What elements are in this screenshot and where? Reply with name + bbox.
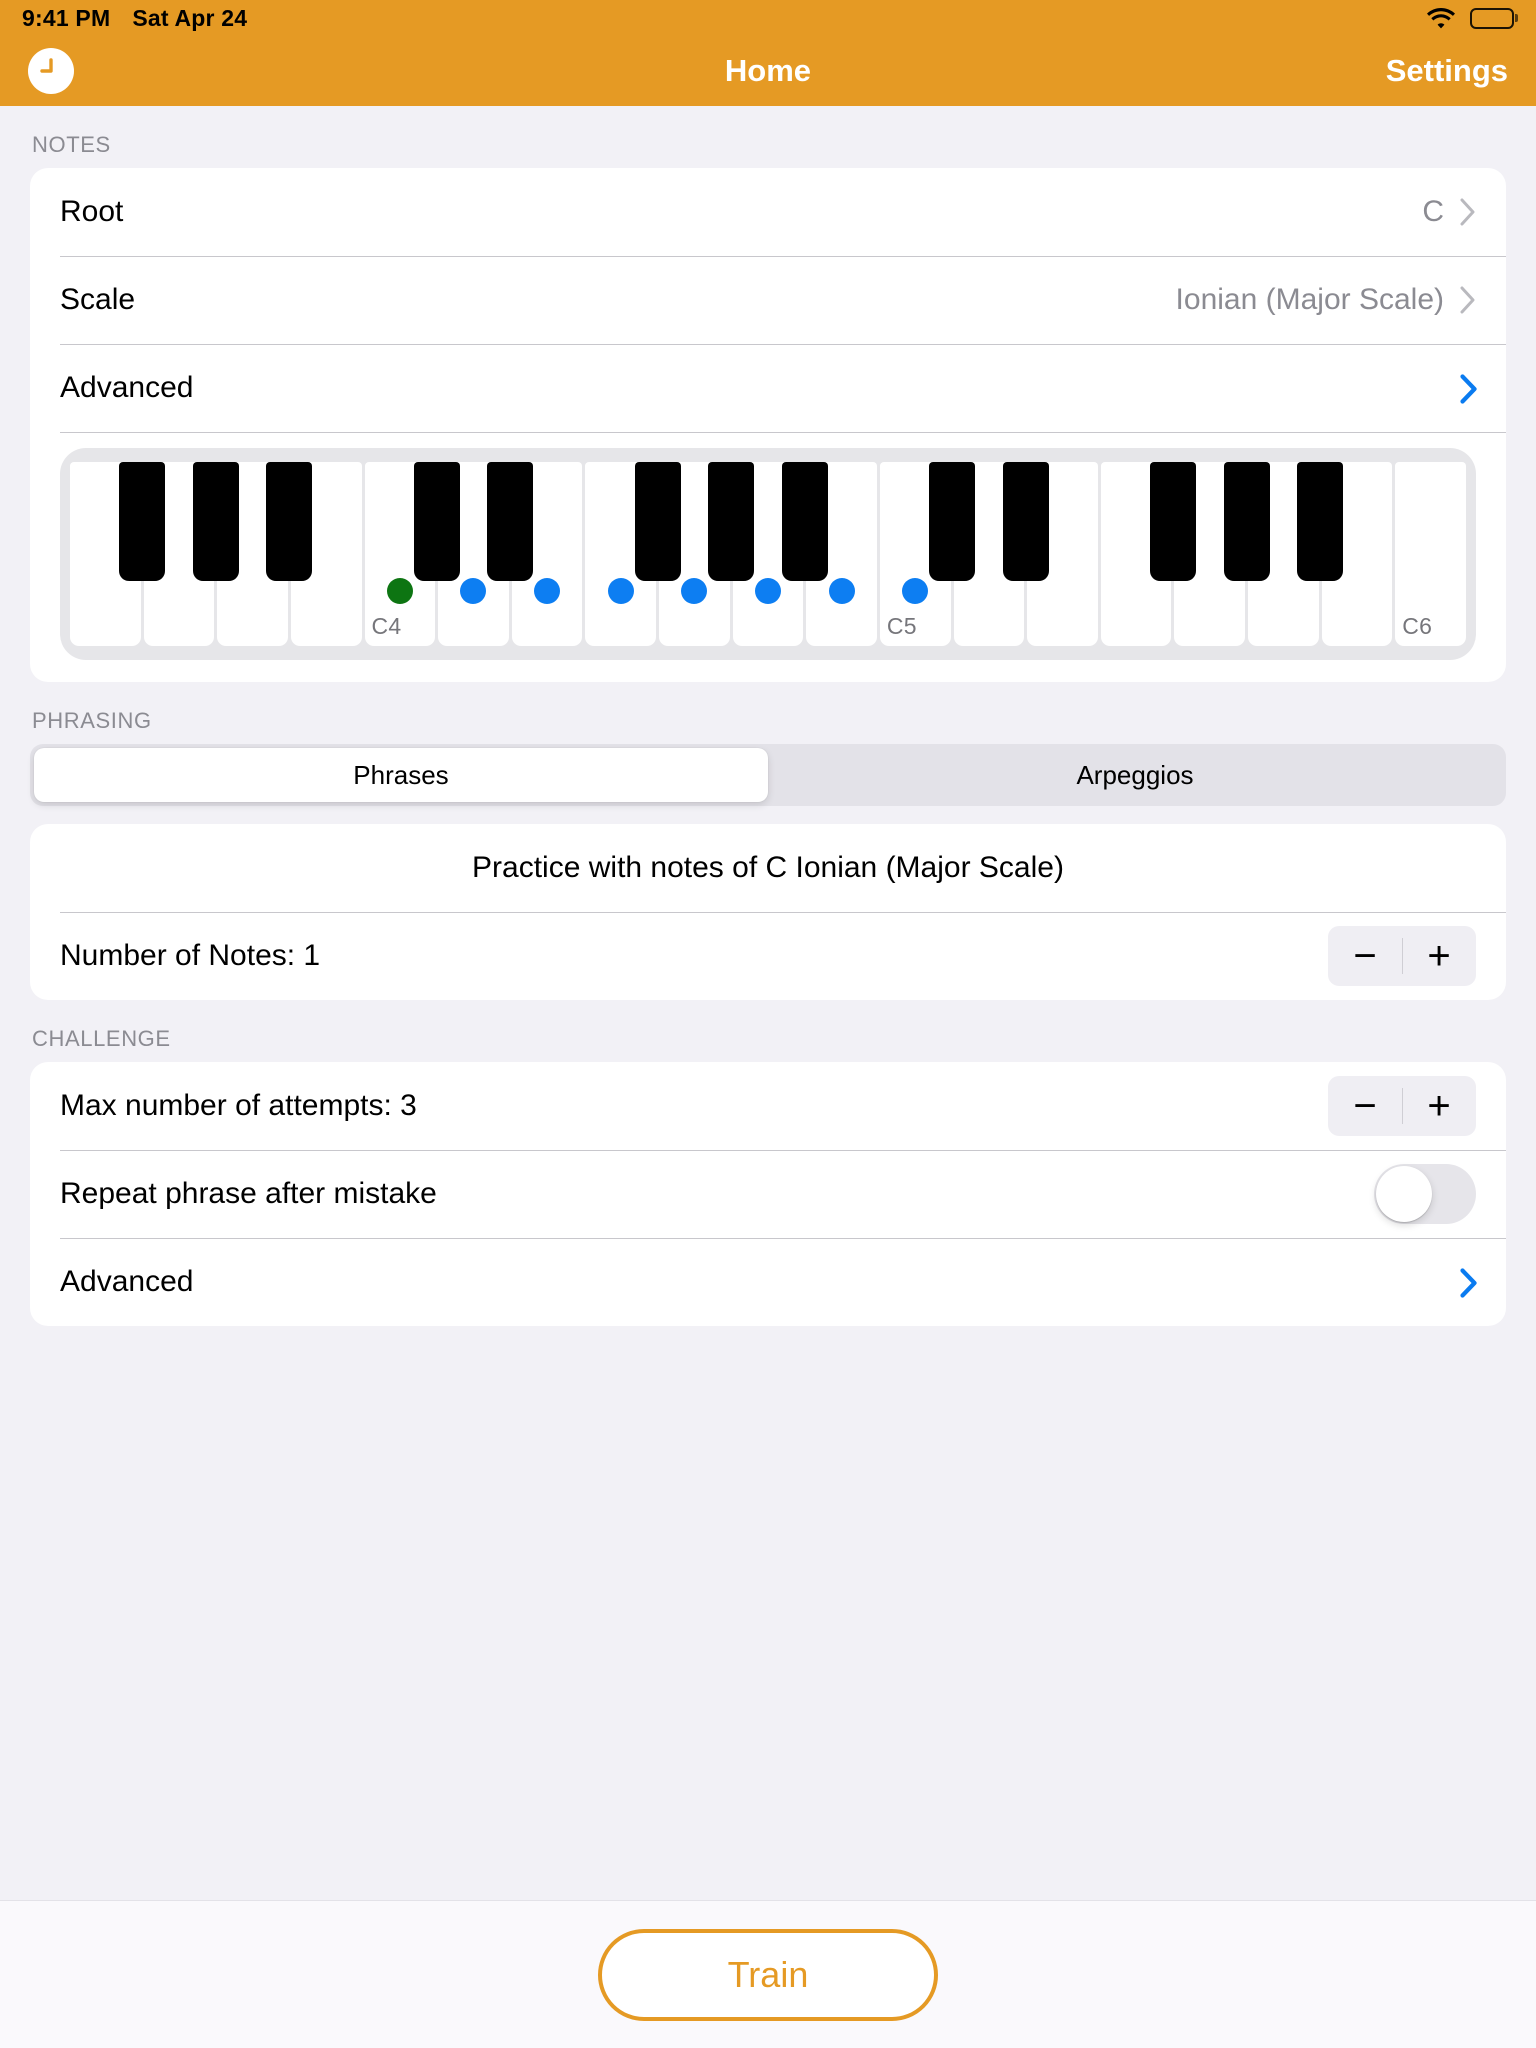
status-bar-right <box>1426 7 1514 29</box>
app-screen: 9:41 PM Sat Apr 24 Home Settings NOTES R… <box>0 0 1536 2048</box>
tab-arpeggios[interactable]: Arpeggios <box>768 748 1502 802</box>
practice-description-row: Practice with notes of C Ionian (Major S… <box>30 824 1506 912</box>
piano-key-label: C4 <box>371 613 402 639</box>
scale-note-dot <box>754 578 781 604</box>
max-attempts-increment-button[interactable]: + <box>1402 1076 1476 1136</box>
piano-keyboard[interactable]: C4 C5 C6 <box>60 448 1476 660</box>
piano-white-key[interactable] <box>1248 462 1319 646</box>
practice-description: Practice with notes of C Ionian (Major S… <box>472 851 1064 884</box>
settings-button[interactable]: Settings <box>1386 53 1508 89</box>
piano-white-key[interactable] <box>1174 462 1245 646</box>
row-scale[interactable]: Scale Ionian (Major Scale) <box>30 256 1506 344</box>
row-scale-label: Scale <box>60 283 136 316</box>
stepper-divider <box>1402 938 1403 974</box>
number-of-notes-stepper: − + <box>1328 926 1476 986</box>
content-scroll: NOTES Root C Scale Ionian (Major Scale) … <box>0 106 1536 1900</box>
page-title: Home <box>724 53 812 88</box>
row-challenge-advanced[interactable]: Advanced <box>30 1238 1506 1326</box>
scale-note-dot <box>607 578 634 604</box>
clock-icon[interactable] <box>28 48 74 94</box>
wifi-icon <box>1426 7 1456 29</box>
battery-full-icon <box>1470 7 1514 29</box>
row-repeat-phrase: Repeat phrase after mistake <box>30 1150 1506 1238</box>
phrasing-segmented-control: Phrases Arpeggios <box>30 744 1506 806</box>
status-date: Sat Apr 24 <box>132 4 248 31</box>
repeat-phrase-toggle[interactable] <box>1374 1164 1476 1224</box>
piano-key-label: C6 <box>1402 613 1433 639</box>
train-button[interactable]: Train <box>598 1928 938 2021</box>
piano-white-key[interactable] <box>511 462 583 646</box>
piano-white-keys: C4 C5 C6 <box>70 462 1466 646</box>
piano-white-key[interactable] <box>290 462 362 646</box>
row-notes-advanced[interactable]: Advanced <box>30 344 1506 432</box>
scale-note-dot <box>681 578 708 604</box>
status-bar: 9:41 PM Sat Apr 24 <box>0 0 1536 36</box>
scale-note-dot <box>534 578 561 604</box>
piano-white-key[interactable] <box>1321 462 1393 646</box>
piano-white-key[interactable] <box>732 462 804 646</box>
phrasing-section-header: PHRASING <box>32 708 152 733</box>
number-of-notes-label: Number of Notes: 1 <box>60 939 321 972</box>
piano-white-key[interactable]: C4 <box>364 462 436 646</box>
root-note-dot <box>386 578 413 604</box>
challenge-advanced-label: Advanced <box>60 1265 194 1298</box>
piano-keyboard-row: C4 C5 C6 <box>30 432 1506 682</box>
piano-white-key[interactable] <box>438 462 509 646</box>
row-scale-value: Ionian (Major Scale) <box>1175 283 1444 316</box>
stepper-divider <box>1402 1088 1403 1124</box>
chevron-right-icon <box>1460 198 1476 226</box>
piano-white-key[interactable] <box>806 462 877 646</box>
scale-note-dot <box>460 578 487 604</box>
piano-white-key[interactable]: C6 <box>1395 462 1466 646</box>
piano-white-key[interactable] <box>1100 462 1172 646</box>
piano-white-key[interactable] <box>217 462 288 646</box>
repeat-phrase-label: Repeat phrase after mistake <box>60 1177 437 1210</box>
challenge-card: Max number of attempts: 3 − + Repeat phr… <box>30 1062 1506 1326</box>
chevron-right-icon <box>1460 1268 1477 1298</box>
row-root-value: C <box>1422 195 1444 228</box>
challenge-section-header: CHALLENGE <box>32 1026 171 1051</box>
piano-white-key[interactable] <box>1027 462 1098 646</box>
scale-note-dot <box>902 578 929 604</box>
navigation-bar: Home Settings <box>0 36 1536 106</box>
max-attempts-label: Max number of attempts: 3 <box>60 1089 417 1122</box>
tab-phrases[interactable]: Phrases <box>34 748 768 802</box>
max-attempts-stepper: − + <box>1328 1076 1476 1136</box>
row-max-attempts: Max number of attempts: 3 − + <box>30 1062 1506 1150</box>
row-root-label: Root <box>60 195 124 228</box>
notes-section-header: NOTES <box>32 132 111 157</box>
max-attempts-decrement-button[interactable]: − <box>1328 1076 1402 1136</box>
row-root[interactable]: Root C <box>30 168 1506 256</box>
status-time: 9:41 PM <box>22 4 111 31</box>
piano-white-key[interactable] <box>70 462 141 646</box>
piano-white-key[interactable] <box>659 462 730 646</box>
toggle-knob <box>1376 1166 1432 1222</box>
notes-card: Root C Scale Ionian (Major Scale) Advanc… <box>30 168 1506 682</box>
chevron-right-icon <box>1460 286 1476 314</box>
phrasing-card: Practice with notes of C Ionian (Major S… <box>30 824 1506 1000</box>
footer-bar: Train <box>0 1900 1536 2048</box>
piano-white-key[interactable]: C5 <box>879 462 951 646</box>
row-notes-advanced-label: Advanced <box>60 371 194 404</box>
scale-note-dot <box>828 578 855 604</box>
piano-key-label: C5 <box>886 613 917 639</box>
piano-white-key[interactable] <box>953 462 1025 646</box>
number-of-notes-decrement-button[interactable]: − <box>1328 926 1402 986</box>
status-bar-left: 9:41 PM Sat Apr 24 <box>22 5 247 32</box>
chevron-right-icon <box>1460 374 1477 404</box>
row-number-of-notes: Number of Notes: 1 − + <box>30 912 1506 1000</box>
number-of-notes-increment-button[interactable]: + <box>1402 926 1476 986</box>
piano-white-key[interactable] <box>585 462 656 646</box>
piano-white-key[interactable] <box>143 462 215 646</box>
